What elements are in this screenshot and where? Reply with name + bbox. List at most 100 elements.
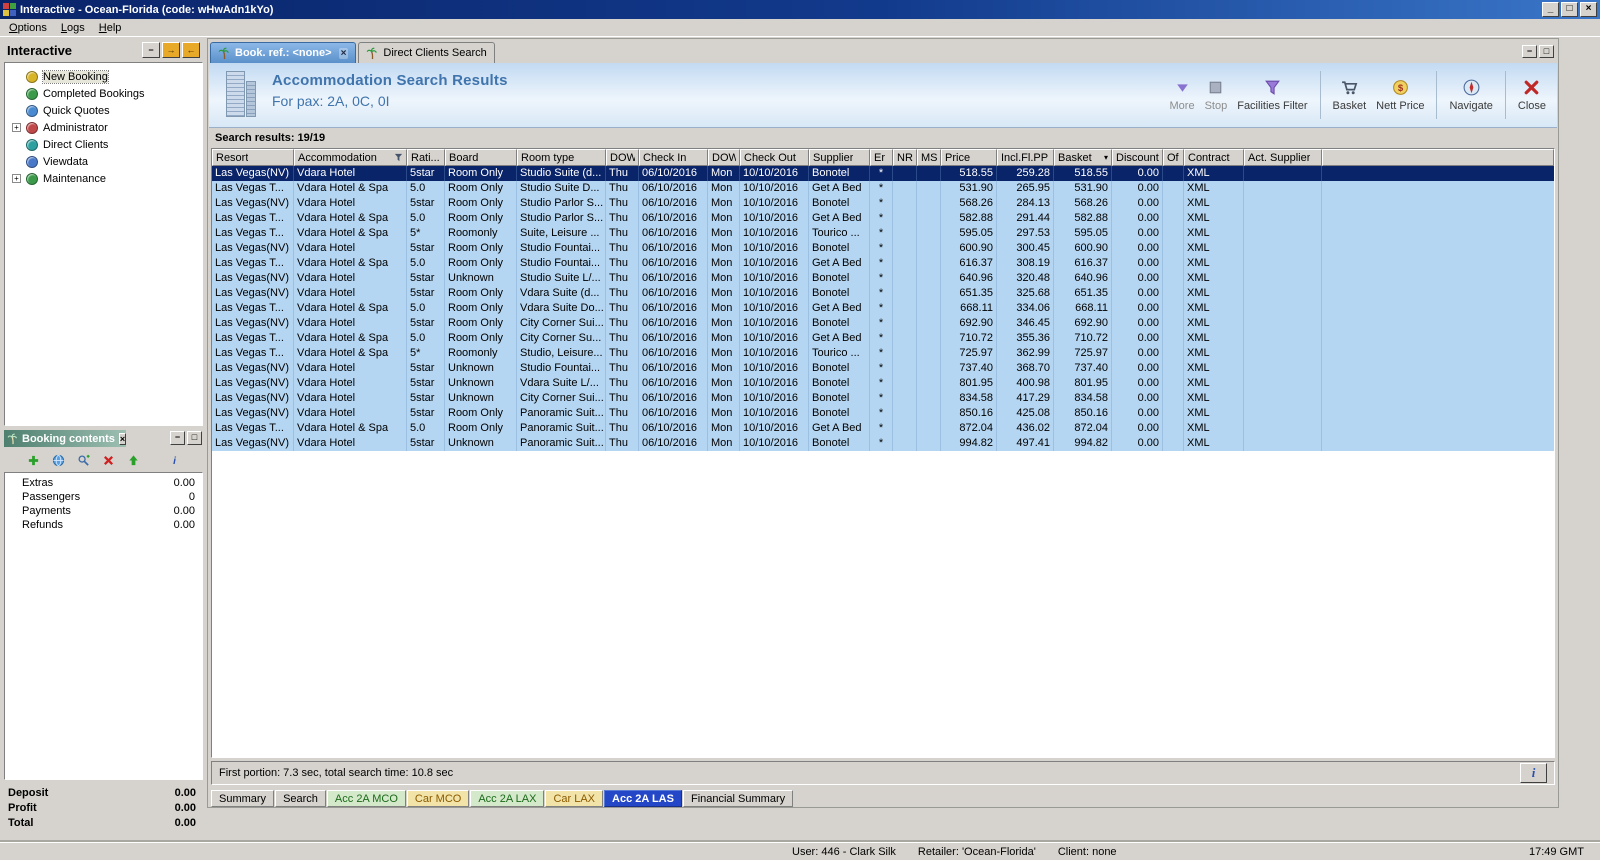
info-button[interactable]: i bbox=[1520, 763, 1547, 783]
column-header-resort[interactable]: Resort bbox=[212, 149, 294, 166]
table-row[interactable]: Las Vegas T... Vdara Hotel & Spa 5.0 Room O… bbox=[212, 301, 1554, 316]
bottom-tab-acc-2a-lax[interactable]: Acc 2A LAX bbox=[470, 790, 545, 807]
column-header-price[interactable]: Price bbox=[941, 149, 997, 166]
basket-button[interactable]: Basket bbox=[1328, 76, 1372, 114]
booking-row-passengers[interactable]: Passengers 0 bbox=[5, 490, 202, 504]
sidebar-item-maintenance[interactable]: + Maintenance bbox=[5, 170, 202, 187]
window-maximize-button[interactable]: □ bbox=[1561, 2, 1578, 17]
globe-button[interactable] bbox=[50, 452, 66, 468]
column-header-nr[interactable]: NR bbox=[893, 149, 917, 166]
table-row[interactable]: Las Vegas T... Vdara Hotel & Spa 5* Roomonl… bbox=[212, 226, 1554, 241]
booking-contents-close-button[interactable]: × bbox=[118, 432, 127, 445]
window-close-button[interactable]: × bbox=[1580, 2, 1597, 17]
more-button[interactable]: More bbox=[1165, 76, 1200, 114]
table-row[interactable]: Las Vegas(NV) Vdara Hotel 5star Unknown Stud… bbox=[212, 361, 1554, 376]
table-cell: 668.11 bbox=[1054, 301, 1112, 316]
column-header-room-type[interactable]: Room type bbox=[517, 149, 606, 166]
table-row[interactable]: Las Vegas(NV) Vdara Hotel 5star Unknown Pano… bbox=[212, 436, 1554, 451]
table-cell bbox=[1163, 421, 1184, 436]
tab-close-icon[interactable]: × bbox=[338, 47, 349, 59]
sidebar-item-completed-bookings[interactable]: Completed Bookings bbox=[5, 85, 202, 102]
column-header-of[interactable]: Of bbox=[1163, 149, 1184, 166]
column-header-basket[interactable]: Basket ▾ bbox=[1054, 149, 1112, 166]
column-header-discount[interactable]: Discount bbox=[1112, 149, 1163, 166]
sidebar-item-quick-quotes[interactable]: Quick Quotes bbox=[5, 102, 202, 119]
menu-logs[interactable]: Logs bbox=[54, 20, 92, 36]
column-header-contract[interactable]: Contract bbox=[1184, 149, 1244, 166]
table-row[interactable]: Las Vegas(NV) Vdara Hotel 5star Unknown Vdar… bbox=[212, 376, 1554, 391]
panel-maximize-button[interactable]: □ bbox=[1539, 45, 1554, 58]
column-header-check-out[interactable]: Check Out bbox=[740, 149, 809, 166]
column-header-er[interactable]: Er bbox=[870, 149, 893, 166]
booking-minimize-button[interactable]: − bbox=[170, 431, 185, 445]
bottom-tab-summary[interactable]: Summary bbox=[211, 790, 275, 807]
bottom-tab-acc-2a-las[interactable]: Acc 2A LAS bbox=[604, 790, 682, 807]
booking-row-refunds[interactable]: Refunds 0.00 bbox=[5, 518, 202, 532]
column-header-rati[interactable]: Rati... bbox=[407, 149, 445, 166]
table-cell: 568.26 bbox=[1054, 196, 1112, 211]
column-header-act-supplier[interactable]: Act. Supplier bbox=[1244, 149, 1322, 166]
bottom-tab-search[interactable]: Search bbox=[275, 790, 326, 807]
table-row[interactable]: Las Vegas(NV) Vdara Hotel 5star Room Only St… bbox=[212, 166, 1554, 181]
sidebar-item-new-booking[interactable]: New Booking bbox=[5, 68, 202, 85]
booking-maximize-button[interactable]: □ bbox=[187, 431, 202, 445]
info-button[interactable]: i bbox=[166, 452, 182, 468]
column-header-accommodation[interactable]: Accommodation bbox=[294, 149, 407, 166]
navigate-button[interactable]: Navigate bbox=[1444, 76, 1497, 114]
delete-button[interactable] bbox=[100, 452, 116, 468]
bottom-tab-financial-summary[interactable]: Financial Summary bbox=[682, 790, 794, 807]
column-header-dow[interactable]: DOW bbox=[708, 149, 740, 166]
column-header-board[interactable]: Board bbox=[445, 149, 517, 166]
search-add-button[interactable] bbox=[75, 452, 91, 468]
panel-minimize-button[interactable]: − bbox=[1522, 45, 1537, 58]
booking-contents-panel: Booking contents × − □ i Extras 0.00 Passe… bbox=[2, 430, 205, 838]
sidebar-item-direct-clients[interactable]: Direct Clients bbox=[5, 136, 202, 153]
column-header-supplier[interactable]: Supplier bbox=[809, 149, 870, 166]
table-row[interactable]: Las Vegas(NV) Vdara Hotel 5star Room Only Ci… bbox=[212, 316, 1554, 331]
facilities-filter-button[interactable]: Facilities Filter bbox=[1232, 76, 1312, 114]
table-row[interactable]: Las Vegas T... Vdara Hotel & Spa 5.0 Room O… bbox=[212, 181, 1554, 196]
table-cell: Mon bbox=[708, 181, 740, 196]
table-row[interactable]: Las Vegas T... Vdara Hotel & Spa 5.0 Room O… bbox=[212, 211, 1554, 226]
table-row[interactable]: Las Vegas T... Vdara Hotel & Spa 5.0 Room O… bbox=[212, 421, 1554, 436]
column-header-incl-fl-pp[interactable]: Incl.Fl.PP bbox=[997, 149, 1054, 166]
expand-icon[interactable]: + bbox=[12, 123, 21, 132]
add-button[interactable] bbox=[25, 452, 41, 468]
window-minimize-button[interactable]: _ bbox=[1542, 2, 1559, 17]
table-row[interactable]: Las Vegas(NV) Vdara Hotel 5star Unknown City… bbox=[212, 391, 1554, 406]
table-row[interactable]: Las Vegas T... Vdara Hotel & Spa 5* Roomonl… bbox=[212, 346, 1554, 361]
sidebar-item-viewdata[interactable]: Viewdata bbox=[5, 153, 202, 170]
table-row[interactable]: Las Vegas(NV) Vdara Hotel 5star Unknown Stud… bbox=[212, 271, 1554, 286]
panel-dock-left-button[interactable]: ← bbox=[182, 42, 200, 58]
panel-dock-right-button[interactable]: → bbox=[162, 42, 180, 58]
panel-collapse-button[interactable]: − bbox=[142, 42, 160, 58]
table-row[interactable]: Las Vegas T... Vdara Hotel & Spa 5.0 Room O… bbox=[212, 331, 1554, 346]
table-cell bbox=[917, 436, 941, 451]
sidebar-item-administrator[interactable]: + Administrator bbox=[5, 119, 202, 136]
nett-price-button[interactable]: $ Nett Price bbox=[1371, 76, 1429, 114]
globe-icon bbox=[26, 121, 38, 134]
table-cell: Thu bbox=[606, 166, 639, 181]
table-cell bbox=[1163, 286, 1184, 301]
table-row[interactable]: Las Vegas(NV) Vdara Hotel 5star Room Only Pa… bbox=[212, 406, 1554, 421]
table-row[interactable]: Las Vegas T... Vdara Hotel & Spa 5.0 Room O… bbox=[212, 256, 1554, 271]
booking-row-payments[interactable]: Payments 0.00 bbox=[5, 504, 202, 518]
upload-button[interactable] bbox=[125, 452, 141, 468]
column-header-dow[interactable]: DOW bbox=[606, 149, 639, 166]
table-row[interactable]: Las Vegas(NV) Vdara Hotel 5star Room Only Vd… bbox=[212, 286, 1554, 301]
booking-row-extras[interactable]: Extras 0.00 bbox=[5, 476, 202, 490]
expand-icon[interactable]: + bbox=[12, 174, 21, 183]
menu-help[interactable]: Help bbox=[92, 20, 129, 36]
column-header-ms[interactable]: MS bbox=[917, 149, 941, 166]
column-header-check-in[interactable]: Check In bbox=[639, 149, 708, 166]
close-button[interactable]: Close bbox=[1513, 76, 1551, 114]
bottom-tab-car-mco[interactable]: Car MCO bbox=[406, 790, 470, 807]
tab-book-ref-none[interactable]: Book. ref.: <none> × bbox=[210, 42, 357, 63]
table-row[interactable]: Las Vegas(NV) Vdara Hotel 5star Room Only St… bbox=[212, 196, 1554, 211]
table-row[interactable]: Las Vegas(NV) Vdara Hotel 5star Room Only St… bbox=[212, 241, 1554, 256]
stop-button[interactable]: Stop bbox=[1200, 76, 1233, 114]
bottom-tab-acc-2a-mco[interactable]: Acc 2A MCO bbox=[326, 790, 406, 807]
tab-direct-clients-search[interactable]: Direct Clients Search bbox=[358, 42, 495, 63]
bottom-tab-car-lax[interactable]: Car LAX bbox=[545, 790, 604, 807]
menu-options[interactable]: Options bbox=[2, 20, 54, 36]
